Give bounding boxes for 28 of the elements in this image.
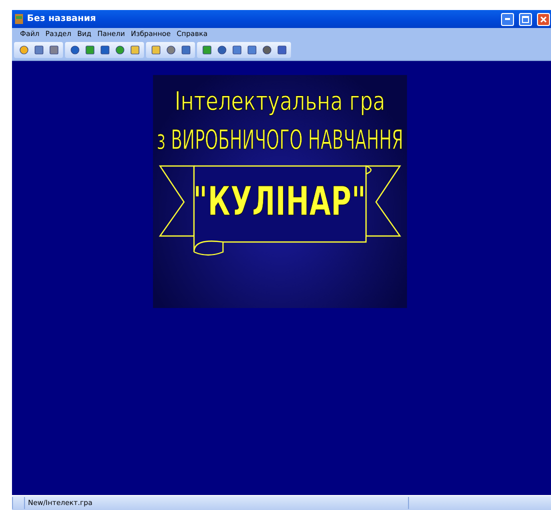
toolbar-button[interactable]	[179, 44, 192, 56]
minimize-icon	[505, 18, 510, 20]
maximize-icon	[522, 16, 529, 22]
toolbar-button[interactable]	[17, 44, 30, 56]
toolbar-button[interactable]	[164, 44, 177, 56]
window-title: Без названия	[27, 14, 97, 24]
toolbar-button[interactable]	[68, 44, 81, 56]
toolbar-button[interactable]	[47, 44, 60, 56]
app-icon	[15, 14, 23, 24]
toolbar-button[interactable]	[98, 44, 111, 56]
slide-subtitle: з ВИРОБНИЧОГО НАВЧАННЯ	[156, 127, 403, 154]
maximize-button[interactable]	[519, 12, 532, 26]
toolbar-button[interactable]	[128, 44, 141, 56]
toolbar-button[interactable]	[83, 44, 96, 56]
toolbar-button[interactable]	[260, 44, 273, 56]
close-button[interactable]	[537, 12, 550, 26]
toolbar-button[interactable]	[275, 44, 288, 56]
toolbar-button[interactable]	[200, 44, 213, 56]
toolbar-button[interactable]	[230, 44, 243, 56]
toolbar-button[interactable]	[113, 44, 126, 56]
toolbar-button[interactable]	[245, 44, 258, 56]
toolbar-button[interactable]	[149, 44, 162, 56]
banner-title: "КУЛІНАР"	[193, 182, 366, 222]
minimize-button[interactable]	[501, 12, 514, 26]
toolbar-button[interactable]	[32, 44, 45, 56]
close-icon	[540, 16, 547, 22]
slide-title: Інтелектуальна гра	[174, 89, 385, 115]
toolbar-button[interactable]	[215, 44, 228, 56]
